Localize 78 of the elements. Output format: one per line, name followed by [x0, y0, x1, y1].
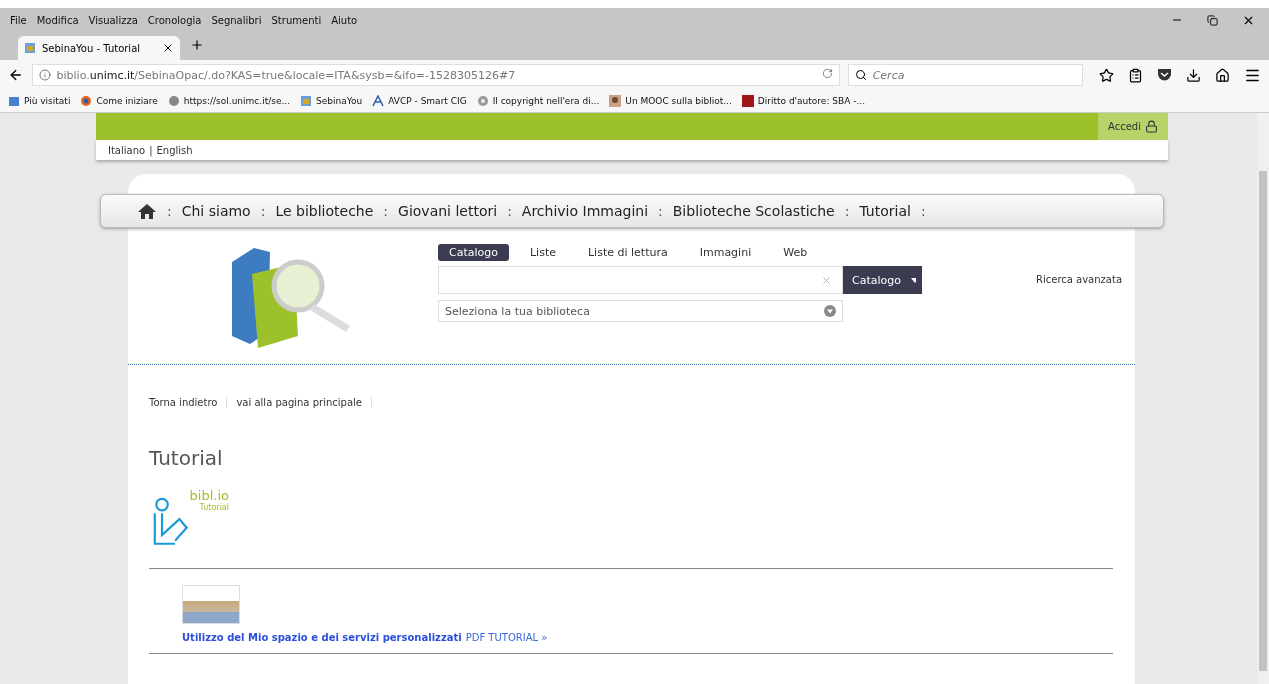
- bookmark-item[interactable]: AVCP - Smart CIG: [372, 95, 467, 107]
- caret-icon: [911, 277, 916, 283]
- browser-logo-icon: [80, 95, 93, 107]
- lock-icon: [1145, 120, 1158, 134]
- caret-icon: [824, 305, 836, 318]
- bookmark-item[interactable]: SebinaYou: [300, 95, 363, 107]
- language-link[interactable]: English: [156, 144, 193, 156]
- site-favicon-icon: [300, 95, 312, 107]
- nav-separator: :: [260, 203, 266, 220]
- nav-separator: :: [844, 203, 850, 220]
- reading-list-icon[interactable]: [1128, 67, 1143, 83]
- login-link[interactable]: Accedi: [1098, 113, 1168, 141]
- reload-icon[interactable]: [821, 68, 833, 79]
- pocket-icon[interactable]: [1157, 68, 1172, 82]
- globe-icon: [167, 95, 180, 107]
- advanced-search-link[interactable]: Ricerca avanzata: [1036, 274, 1122, 365]
- nav-link[interactable]: Chi siamo: [181, 203, 251, 220]
- address-field[interactable]: biblio.unimc.it/SebinaOpac/.do?KAS=true&locale=ITA&sysb=&ifo=-1528305126#7: [31, 64, 840, 86]
- star-icon[interactable]: [1099, 67, 1114, 83]
- bookmark-favicon-icon: [741, 95, 754, 107]
- nav-separator: :: [383, 203, 389, 220]
- nav-link[interactable]: Tutorial: [859, 203, 911, 220]
- letter-a-icon: [372, 95, 385, 107]
- catalog-dropdown-button[interactable]: Catalogo: [843, 266, 922, 295]
- close-tab-icon[interactable]: [162, 42, 174, 54]
- search-icon: [854, 69, 867, 81]
- nav-separator: :: [658, 203, 663, 220]
- logo-subtitle: Tutorial: [199, 503, 229, 513]
- language-separator: |: [149, 144, 153, 156]
- search-tab[interactable]: Liste: [519, 244, 567, 262]
- bookmark-item[interactable]: Più visitati: [8, 95, 71, 107]
- bookmark-item[interactable]: Un MOOC sulla bibliot...: [609, 95, 732, 107]
- nav-separator: :: [507, 203, 512, 220]
- bookmark-item[interactable]: Come iniziare: [80, 95, 158, 107]
- tutorial-entry: Utilizzo del Mio spazio e dei servizi personalizzati PDF TUTORIAL »: [182, 632, 549, 644]
- library-select[interactable]: Seleziona la tua biblioteca: [438, 300, 843, 323]
- breadcrumb-link[interactable]: vai alla pagina principale: [227, 397, 372, 409]
- nav-separator: :: [920, 203, 926, 220]
- bookmark-item[interactable]: Il copyright nell'era di...: [476, 95, 600, 107]
- bookmark-item[interactable]: https://sol.unimc.it/se...: [167, 95, 290, 107]
- scrollbar[interactable]: [1257, 113, 1269, 684]
- page-heading: Tutorial: [149, 446, 224, 471]
- search-field[interactable]: Cerca: [847, 64, 1083, 86]
- search-tab[interactable]: Catalogo: [438, 244, 509, 262]
- nav-link[interactable]: Giovani lettori: [398, 203, 498, 220]
- nav-separator: :: [167, 203, 172, 220]
- new-tab-icon[interactable]: [190, 37, 204, 52]
- info-icon: [38, 69, 51, 81]
- menu-item[interactable]: Visualizza: [88, 14, 138, 26]
- home-icon[interactable]: [1215, 67, 1230, 83]
- browser-tab[interactable]: SebinaYou - Tutorial: [18, 36, 180, 60]
- language-link[interactable]: Italiano: [108, 144, 146, 156]
- menu-item[interactable]: Aiuto: [331, 14, 358, 26]
- restore-icon[interactable]: [1207, 14, 1218, 26]
- search-input[interactable]: Cerca: [870, 67, 1076, 83]
- menu-item[interactable]: File: [10, 14, 27, 26]
- bookmark-item[interactable]: Diritto d'autore: SBA -...: [741, 95, 865, 107]
- search-tab[interactable]: Web: [772, 244, 819, 262]
- breadcrumb-link[interactable]: Torna indietro: [149, 397, 228, 409]
- logo-wordmark: bibl.io: [189, 488, 229, 504]
- home-icon[interactable]: [137, 202, 157, 220]
- menu-item[interactable]: Strumenti: [271, 14, 322, 26]
- menu-item[interactable]: Cronologia: [147, 14, 202, 26]
- pdf-tutorial-link[interactable]: PDF TUTORIAL »: [465, 632, 548, 644]
- back-icon[interactable]: [8, 67, 24, 83]
- nav-link[interactable]: Le biblioteche: [275, 203, 374, 220]
- menu-item[interactable]: Segnalibri: [211, 14, 262, 26]
- menu-item[interactable]: Modifica: [36, 14, 79, 26]
- bookmark-folder-icon: [8, 95, 20, 107]
- nav-link[interactable]: Archivio Immagini: [521, 203, 649, 220]
- nav-link[interactable]: Biblioteche Scolastiche: [672, 203, 835, 220]
- screenshot-thumbnail[interactable]: [182, 585, 240, 625]
- search-input[interactable]: [438, 266, 843, 295]
- search-tab[interactable]: Liste di lettura: [577, 244, 679, 262]
- download-icon[interactable]: [1186, 67, 1201, 83]
- site-favicon-icon: [24, 42, 36, 54]
- avatar-icon: [609, 95, 622, 107]
- search-tab[interactable]: Immagini: [688, 244, 763, 262]
